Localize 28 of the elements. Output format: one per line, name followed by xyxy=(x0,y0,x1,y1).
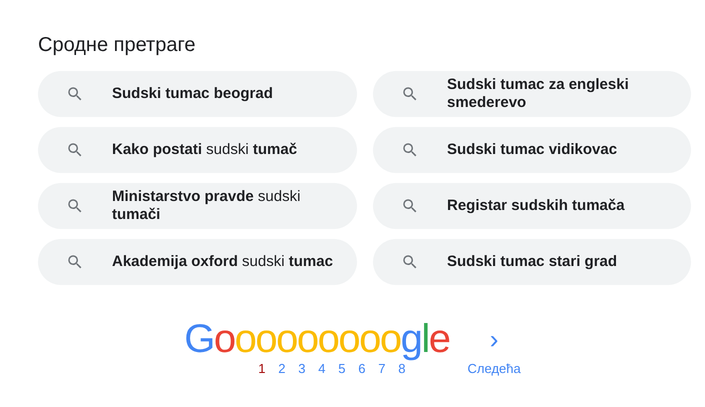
page-link[interactable]: 5 xyxy=(336,361,348,376)
search-icon xyxy=(66,141,84,159)
related-search-chip[interactable]: Sudski tumac beograd xyxy=(38,71,357,117)
search-icon xyxy=(401,141,419,159)
search-icon xyxy=(66,197,84,215)
page-link[interactable]: 3 xyxy=(296,361,308,376)
related-search-chip[interactable]: Ministarstvo pravde sudski tumači xyxy=(38,183,357,229)
related-search-chip[interactable]: Kako postati sudski tumač xyxy=(38,127,357,173)
page-link[interactable]: 6 xyxy=(356,361,368,376)
search-icon xyxy=(66,253,84,271)
search-icon xyxy=(401,197,419,215)
page-link[interactable]: 7 xyxy=(376,361,388,376)
next-arrow[interactable]: › xyxy=(490,319,498,359)
page-link[interactable]: 2 xyxy=(276,361,288,376)
page-link[interactable]: 1 xyxy=(256,361,268,376)
section-heading: Сродне претраге xyxy=(38,34,196,57)
page-link[interactable]: 8 xyxy=(396,361,408,376)
related-search-chip[interactable]: Sudski tumac vidikovac xyxy=(373,127,691,173)
search-icon xyxy=(401,85,419,103)
search-icon xyxy=(66,85,84,103)
search-icon xyxy=(401,253,419,271)
related-search-chip[interactable]: Sudski tumac za engleski smederevo xyxy=(373,71,691,117)
next-page-link[interactable]: Следећа xyxy=(468,361,521,376)
related-search-chip[interactable]: Sudski tumac stari grad xyxy=(373,239,691,285)
related-search-chip[interactable]: Registar sudskih tumača xyxy=(373,183,691,229)
related-search-chip[interactable]: Akademija oxford sudski tumac xyxy=(38,239,357,285)
pagination-logo: Gooooooooogle xyxy=(184,319,450,359)
page-link[interactable]: 4 xyxy=(316,361,328,376)
